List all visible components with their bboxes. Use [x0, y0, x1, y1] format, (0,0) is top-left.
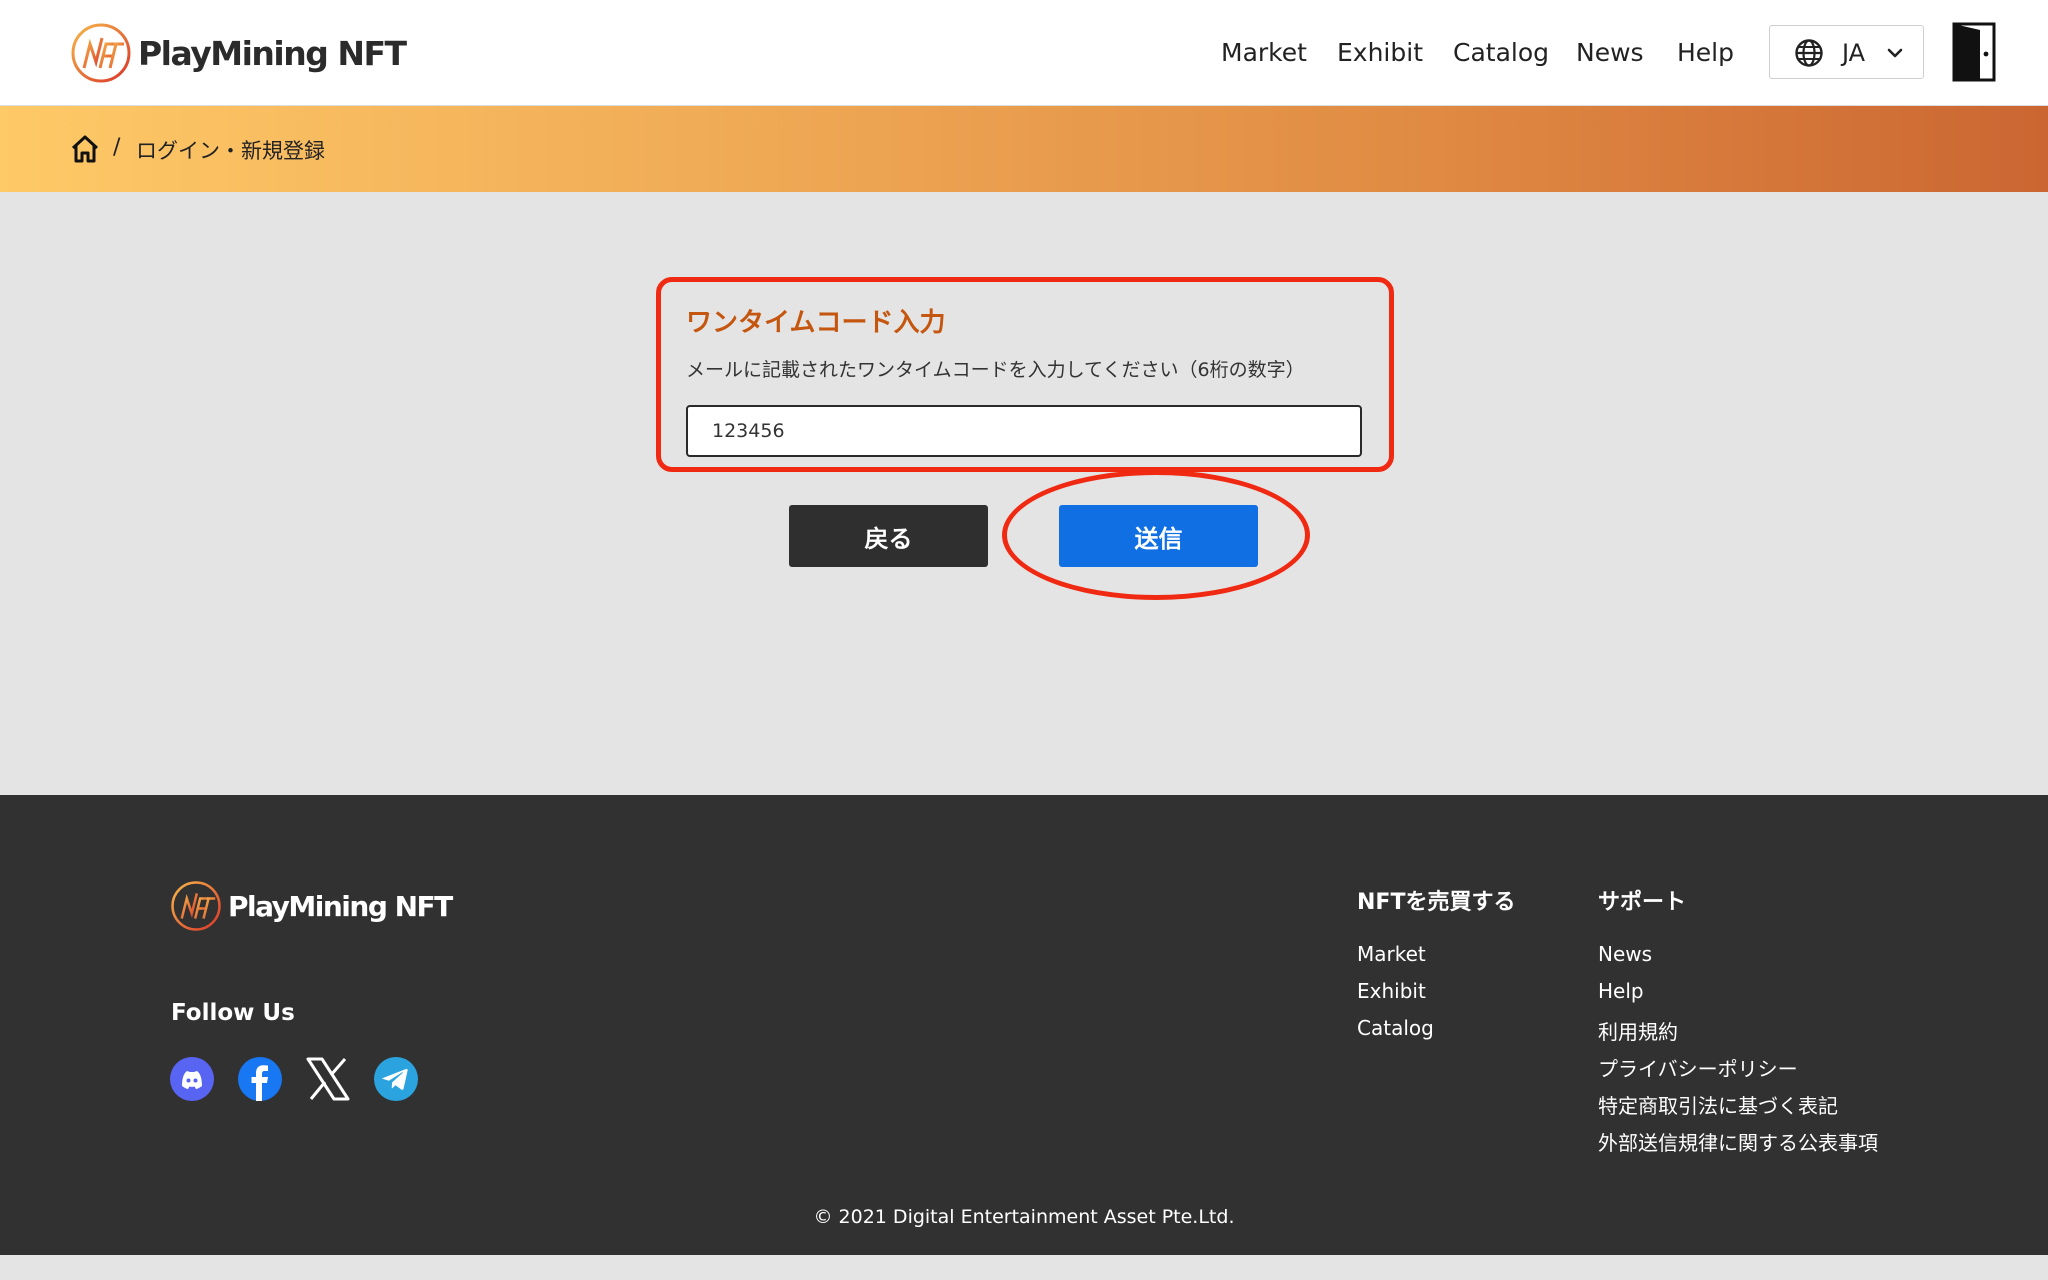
- otp-code-input[interactable]: [686, 405, 1362, 457]
- site-header: PlayMining NFT Market Exhibit Catalog Ne…: [0, 0, 2048, 106]
- language-label: JA: [1842, 39, 1866, 67]
- nav-help[interactable]: Help: [1677, 38, 1734, 67]
- footer-col-trade-title: NFTを売買する: [1357, 890, 1516, 915]
- footer-link-terms[interactable]: 利用規約: [1598, 1016, 1678, 1045]
- nav-catalog[interactable]: Catalog: [1453, 38, 1549, 67]
- footer-logo-text: PlayMining NFT: [228, 889, 453, 923]
- footer-link-external-transmission[interactable]: 外部送信規律に関する公表事項: [1598, 1127, 1878, 1156]
- nav-news[interactable]: News: [1576, 38, 1644, 67]
- send-button[interactable]: 送信: [1059, 505, 1258, 567]
- footer-link-market[interactable]: Market: [1357, 942, 1426, 966]
- footer-link-catalog[interactable]: Catalog: [1357, 1016, 1434, 1040]
- logo-text: PlayMining NFT: [138, 33, 407, 73]
- otp-description: メールに記載されたワンタイムコードを入力してください（6桁の数字）: [686, 359, 1305, 381]
- site-logo[interactable]: PlayMining NFT: [70, 22, 407, 84]
- breadcrumb: / ログイン・新規登録: [0, 106, 2048, 192]
- footer-bottom-strip: [0, 1255, 2048, 1280]
- nav-exhibit[interactable]: Exhibit: [1337, 38, 1423, 67]
- site-footer: [0, 795, 2048, 1255]
- telegram-icon[interactable]: [373, 1056, 419, 1102]
- footer-link-privacy[interactable]: プライバシーポリシー: [1598, 1053, 1798, 1082]
- copyright: © 2021 Digital Entertainment Asset Pte.L…: [813, 1206, 1235, 1228]
- discord-icon[interactable]: [169, 1056, 215, 1102]
- facebook-icon[interactable]: [237, 1056, 283, 1102]
- footer-link-help[interactable]: Help: [1598, 979, 1644, 1003]
- nav-market[interactable]: Market: [1221, 38, 1307, 67]
- door-icon[interactable]: [1952, 22, 2000, 82]
- footer-link-exhibit[interactable]: Exhibit: [1357, 979, 1426, 1003]
- nft-logo-icon: [71, 23, 131, 83]
- language-selector[interactable]: JA: [1769, 25, 1924, 79]
- footer-link-news[interactable]: News: [1598, 942, 1652, 966]
- footer-logo[interactable]: PlayMining NFT: [170, 880, 453, 932]
- back-button[interactable]: 戻る: [789, 505, 988, 567]
- follow-us-heading: Follow Us: [171, 1000, 295, 1026]
- breadcrumb-current: ログイン・新規登録: [136, 139, 325, 163]
- nft-logo-icon: [171, 881, 221, 931]
- breadcrumb-separator: /: [113, 135, 121, 160]
- footer-link-commerce-law[interactable]: 特定商取引法に基づく表記: [1598, 1090, 1838, 1119]
- footer-col-support-title: サポート: [1598, 890, 1687, 915]
- otp-title: ワンタイムコード入力: [686, 308, 946, 338]
- x-icon[interactable]: [305, 1056, 351, 1102]
- chevron-down-icon: [1887, 48, 1903, 58]
- globe-icon: [1795, 39, 1823, 67]
- home-icon[interactable]: [70, 134, 100, 164]
